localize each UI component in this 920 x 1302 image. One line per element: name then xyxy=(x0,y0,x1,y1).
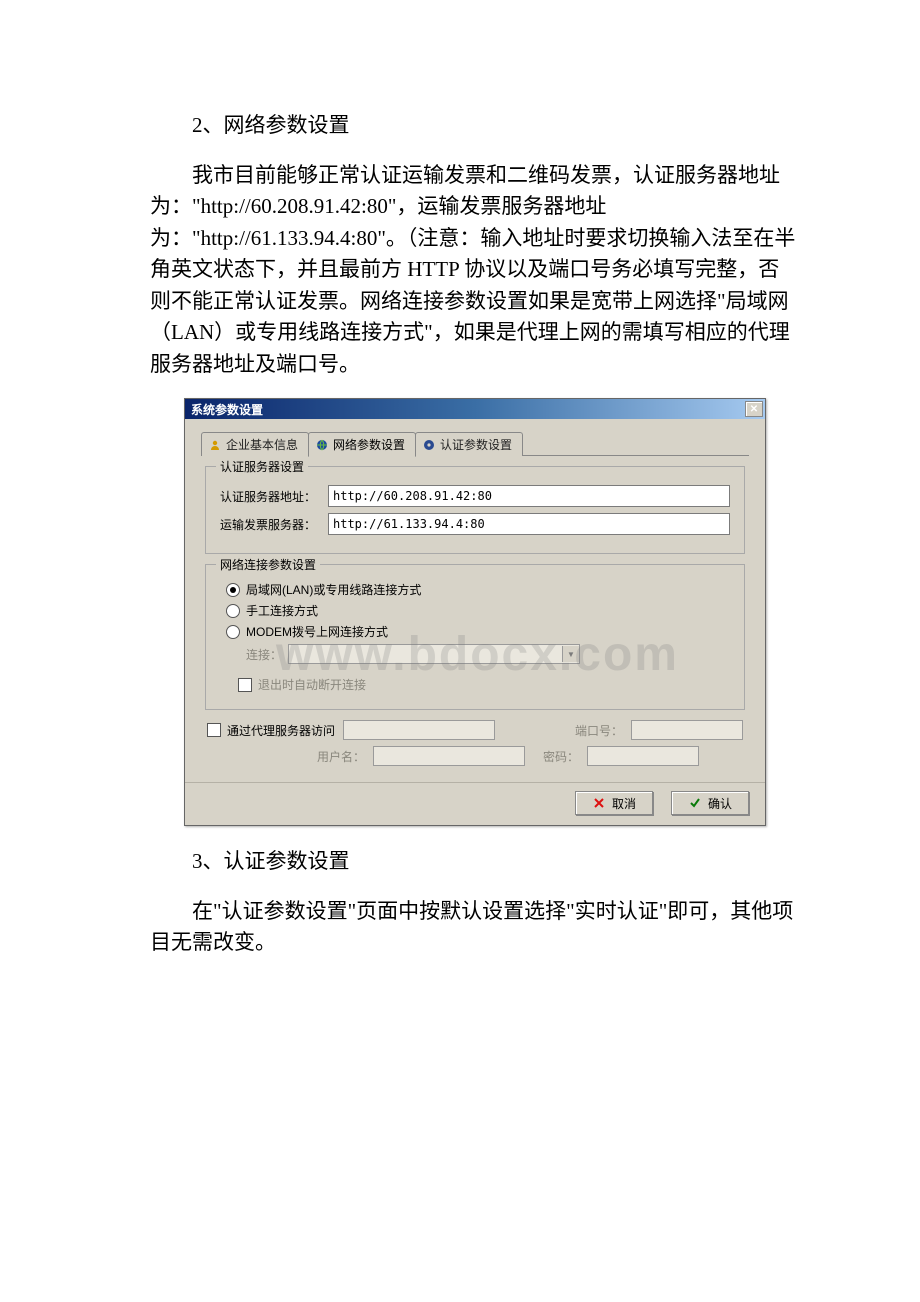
gear-icon xyxy=(422,438,436,452)
proxy-row: 通过代理服务器访问 端口号： xyxy=(207,720,743,740)
auth-server-input[interactable] xyxy=(328,485,730,507)
auth-server-label: 认证服务器地址： xyxy=(220,488,320,505)
tab-enterprise-info[interactable]: 企业基本信息 xyxy=(201,432,309,456)
tab-auth-settings[interactable]: 认证参数设置 xyxy=(415,432,523,456)
password-label: 密码： xyxy=(543,748,579,765)
cross-icon xyxy=(592,796,606,810)
checkbox-label: 退出时自动断开连接 xyxy=(258,676,366,693)
dialog-button-bar: 取消 确认 xyxy=(185,782,765,825)
dialog-title: 系统参数设置 xyxy=(191,401,263,418)
radio-modem[interactable]: MODEM拨号上网连接方式 xyxy=(226,623,730,640)
checkbox-icon xyxy=(207,723,221,737)
auth-server-group: 认证服务器设置 认证服务器地址： 运输发票服务器： xyxy=(205,466,745,554)
port-input xyxy=(631,720,743,740)
proxy-checkbox[interactable]: 通过代理服务器访问 xyxy=(207,722,335,739)
section-3-body: 在"认证参数设置"页面中按默认设置选择"实时认证"即可，其他项目无需改变。 xyxy=(150,896,800,959)
tab-network-settings[interactable]: 网络参数设置 xyxy=(308,432,416,457)
connection-select: ▼ xyxy=(288,644,580,664)
chevron-down-icon: ▼ xyxy=(562,646,579,662)
radio-label: MODEM拨号上网连接方式 xyxy=(246,623,388,640)
connection-row: 连接： ▼ xyxy=(246,644,730,664)
button-label: 取消 xyxy=(612,795,636,812)
section-2-body: 我市目前能够正常认证运输发票和二维码发票，认证服务器地址为："http://60… xyxy=(150,160,800,381)
checkbox-icon xyxy=(238,678,252,692)
proxy-address-input xyxy=(343,720,495,740)
group-legend: 认证服务器设置 xyxy=(216,458,308,475)
group-legend: 网络连接参数设置 xyxy=(216,556,320,573)
close-icon: ✕ xyxy=(750,404,758,415)
tabs-row: 企业基本信息 网络参数设置 认证参数设置 xyxy=(185,419,765,456)
radio-lan[interactable]: 局域网(LAN)或专用线路连接方式 xyxy=(226,581,730,598)
username-label: 用户名： xyxy=(317,748,365,765)
cancel-button[interactable]: 取消 xyxy=(575,791,653,815)
button-label: 确认 xyxy=(708,795,732,812)
credentials-row: 用户名： 密码： xyxy=(207,746,743,766)
radio-label: 手工连接方式 xyxy=(246,602,318,619)
tab-label: 网络参数设置 xyxy=(333,436,405,453)
tab-label: 认证参数设置 xyxy=(440,436,512,453)
username-input xyxy=(373,746,525,766)
exit-disconnect-checkbox: 退出时自动断开连接 xyxy=(238,676,730,693)
connection-label: 连接： xyxy=(246,646,282,663)
radio-manual[interactable]: 手工连接方式 xyxy=(226,602,730,619)
radio-label: 局域网(LAN)或专用线路连接方式 xyxy=(246,581,421,598)
checkbox-label: 通过代理服务器访问 xyxy=(227,722,335,739)
system-settings-dialog: 系统参数设置 ✕ 企业基本信息 网络参数设置 xyxy=(184,398,766,826)
globe-icon xyxy=(315,438,329,452)
port-label: 端口号： xyxy=(575,722,623,739)
section-3-title: 3、认证参数设置 xyxy=(150,846,800,878)
radio-icon xyxy=(226,583,240,597)
network-conn-group: 网络连接参数设置 局域网(LAN)或专用线路连接方式 手工连接方式 MODEM拨… xyxy=(205,564,745,710)
transport-server-label: 运输发票服务器： xyxy=(220,516,320,533)
dialog-titlebar: 系统参数设置 ✕ xyxy=(185,399,765,419)
ok-button[interactable]: 确认 xyxy=(671,791,749,815)
check-icon xyxy=(688,796,702,810)
close-button[interactable]: ✕ xyxy=(745,401,763,417)
password-input xyxy=(587,746,699,766)
transport-server-input[interactable] xyxy=(328,513,730,535)
person-icon xyxy=(208,438,222,452)
radio-icon xyxy=(226,625,240,639)
radio-icon xyxy=(226,604,240,618)
tab-label: 企业基本信息 xyxy=(226,436,298,453)
section-2-title: 2、网络参数设置 xyxy=(150,110,800,142)
